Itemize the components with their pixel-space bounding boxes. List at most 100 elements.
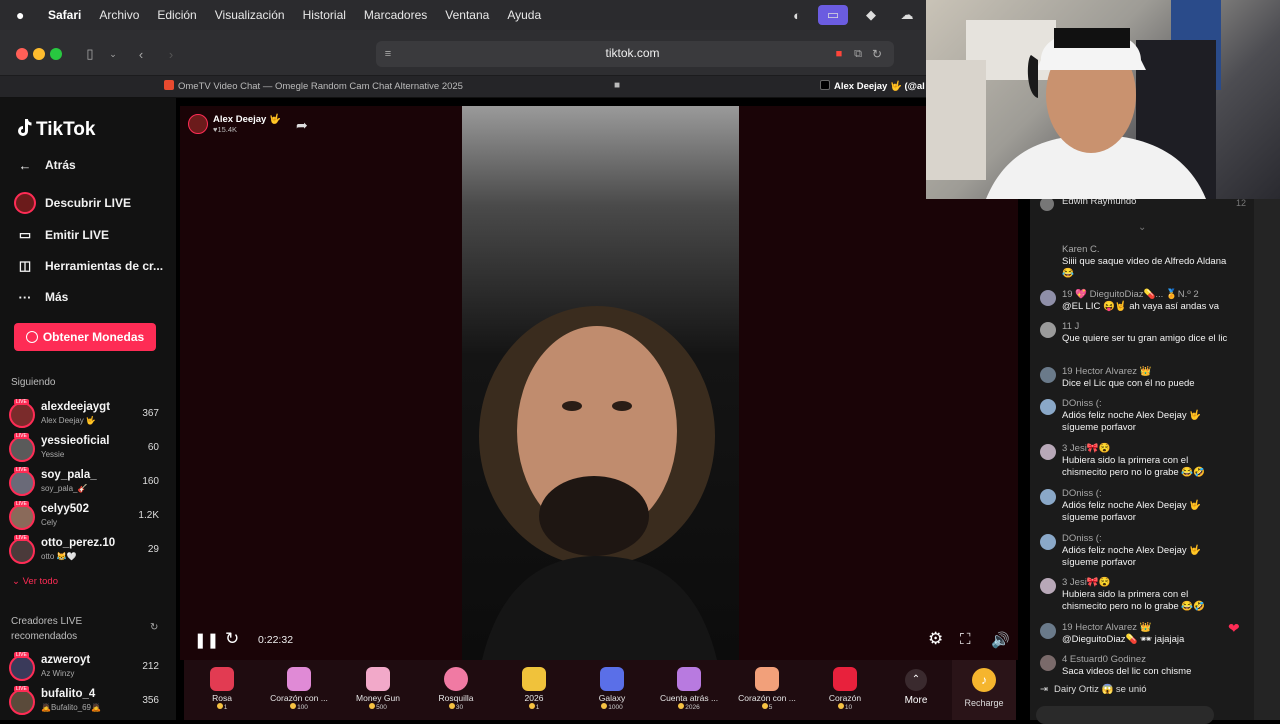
chat-input[interactable]: [1036, 706, 1214, 724]
see-all-label: Ver todo: [22, 576, 58, 587]
reader-mode-icon[interactable]: ≡: [380, 44, 396, 64]
heart-reaction-icon: ❤: [1228, 620, 1240, 636]
following-sub: soy_pala_🎸: [41, 484, 88, 493]
gift-more-label: More: [904, 695, 928, 706]
gift-item[interactable]: Rosa 1: [185, 664, 259, 711]
chevron-up-icon: ⌃: [905, 669, 927, 691]
gift-price: 2026: [652, 703, 726, 711]
settings-gear-icon[interactable]: ⚙: [928, 629, 943, 649]
live-video[interactable]: [462, 106, 739, 660]
back-icon[interactable]: ‹: [132, 44, 150, 64]
sidebar-toggle-icon[interactable]: ▯: [80, 44, 100, 64]
gift-name: Cuenta atrás ...: [659, 693, 719, 703]
window-zoom-button[interactable]: [50, 48, 62, 60]
picture-in-picture-icon[interactable]: ⧉: [850, 44, 866, 64]
status-screen-share-icon[interactable]: ▭: [818, 5, 848, 25]
live-badge: LIVE: [14, 467, 29, 473]
apple-logo-icon[interactable]: ●: [16, 7, 34, 23]
nav-back[interactable]: ← Atrás: [14, 153, 76, 177]
menu-ventana[interactable]: Ventana: [445, 8, 489, 22]
recommended-sub: 🙇Bufalito_69🙇: [41, 703, 101, 712]
live-badge: LIVE: [14, 686, 29, 692]
avatar: [9, 436, 35, 462]
chat-scroll-down-icon[interactable]: ⌄: [1138, 222, 1146, 233]
share-icon[interactable]: ➦: [296, 117, 308, 134]
forward-icon[interactable]: ›: [162, 44, 180, 64]
tiktok-logo[interactable]: TikTok: [16, 118, 95, 141]
url-text[interactable]: tiktok.com: [560, 46, 705, 60]
following-item[interactable]: LIVE alexdeejaygt Alex Deejay 🤟 367: [9, 399, 161, 432]
avatar: [1040, 197, 1054, 211]
following-item[interactable]: LIVE yessieoficial Yessie 60: [9, 433, 161, 466]
following-sub: Alex Deejay 🤟: [41, 416, 96, 425]
reload-icon[interactable]: ↻: [869, 44, 885, 64]
recharge-button[interactable]: ♪ Recharge: [952, 660, 1016, 720]
gift-name: 2026: [524, 693, 544, 703]
menu-visualizacion[interactable]: Visualización: [215, 8, 285, 22]
host-info[interactable]: Alex Deejay 🤟 ♥15.4K: [188, 114, 281, 134]
chat-text: @DieguitoDiaz💊 🕶 jajajaja: [1062, 634, 1185, 645]
gift-money-gun-icon: [366, 667, 390, 691]
recommended-item[interactable]: LIVE azweroyt Az Winzy 212: [9, 652, 161, 685]
menu-app-safari[interactable]: Safari: [48, 8, 81, 22]
menu-marcadores[interactable]: Marcadores: [364, 8, 427, 22]
menu-ayuda[interactable]: Ayuda: [507, 8, 541, 22]
gift-item[interactable]: Corazón con ... 5: [730, 664, 804, 711]
streamer-figure: [479, 306, 717, 660]
status-obs-icon[interactable]: ◐: [786, 5, 808, 25]
join-enter-icon: ⇥: [1040, 684, 1048, 695]
avatar: [1040, 290, 1056, 306]
gift-more-button[interactable]: ⌃ More: [894, 664, 938, 706]
gift-name: Corazón: [828, 693, 862, 703]
live-badge: LIVE: [14, 652, 29, 658]
gift-price: 100: [262, 703, 336, 711]
tab-ometv[interactable]: OmeTV Video Chat — Omegle Random Cam Cha…: [164, 80, 463, 92]
following-item[interactable]: LIVE otto_perez.10 otto 😹🤍 29: [9, 535, 161, 568]
refresh-icon[interactable]: ↻: [150, 622, 158, 633]
viewer-count: 60: [147, 442, 159, 453]
window-minimize-button[interactable]: [33, 48, 45, 60]
status-diamond-icon[interactable]: ◆: [860, 5, 882, 25]
window-close-button[interactable]: [16, 48, 28, 60]
following-item[interactable]: LIVE soy_pala_ soy_pala_🎸 160: [9, 467, 161, 500]
replay-icon[interactable]: ↻: [225, 629, 239, 649]
gift-item[interactable]: Corazón 10: [808, 664, 882, 711]
following-item[interactable]: LIVE celyy502 Cely 1.2K: [9, 501, 161, 534]
nav-discover-live[interactable]: Descubrir LIVE: [14, 191, 131, 215]
status-cloud-icon[interactable]: ☁: [896, 5, 918, 25]
gift-item[interactable]: Money Gun 500: [341, 664, 415, 711]
gift-item[interactable]: 2026 1: [497, 664, 571, 711]
nav-more-label: Más: [45, 290, 69, 304]
recharge-label: Recharge: [964, 698, 1004, 708]
avatar: [9, 402, 35, 428]
menu-edicion[interactable]: Edición: [157, 8, 196, 22]
chat-user: DOniss (:: [1062, 398, 1102, 409]
following-sub: Yessie: [41, 450, 65, 459]
get-coins-button[interactable]: Obtener Monedas: [14, 323, 156, 351]
gift-item[interactable]: Corazón con ... 100: [262, 664, 336, 711]
recommended-item[interactable]: LIVE bufalito_4 🙇Bufalito_69🙇 356: [9, 686, 161, 719]
volume-icon[interactable]: 🔊: [991, 631, 1010, 649]
webcam-person: [926, 0, 1221, 199]
gift-galaxy-icon: [600, 667, 624, 691]
chevron-down-icon[interactable]: ⌄: [106, 44, 120, 64]
nav-creator-tools[interactable]: ◫ Herramientas de cr...: [14, 254, 163, 278]
chat-user: 19 💖 DieguitoDiaz💊... 🏅N.º 2: [1062, 289, 1199, 300]
fullscreen-icon[interactable]: ⛶: [960, 631, 971, 648]
nav-go-live[interactable]: ▭ Emitir LIVE: [14, 223, 109, 247]
gift-item[interactable]: Cuenta atrás ... 2026: [652, 664, 726, 711]
pause-icon[interactable]: ❚❚: [194, 631, 219, 649]
gift-item[interactable]: Rosquilla 30: [419, 664, 493, 711]
menu-historial[interactable]: Historial: [303, 8, 346, 22]
avatar: [1040, 534, 1056, 550]
gift-item[interactable]: Galaxy 1000: [575, 664, 649, 711]
camera-recording-icon[interactable]: ■: [832, 44, 846, 64]
menu-archivo[interactable]: Archivo: [99, 8, 139, 22]
tab-tiktok[interactable]: Alex Deejay 🤟 (@al: [820, 80, 925, 92]
see-all-link[interactable]: ⌄ Ver todo: [12, 576, 58, 587]
following-name: celyy502: [41, 503, 89, 515]
avatar: [1040, 489, 1056, 505]
tab-camera-icon[interactable]: ■: [614, 80, 620, 91]
recommended-title: Creadores LIVE recomendados: [11, 614, 82, 644]
nav-more[interactable]: ··· Más: [14, 285, 69, 309]
